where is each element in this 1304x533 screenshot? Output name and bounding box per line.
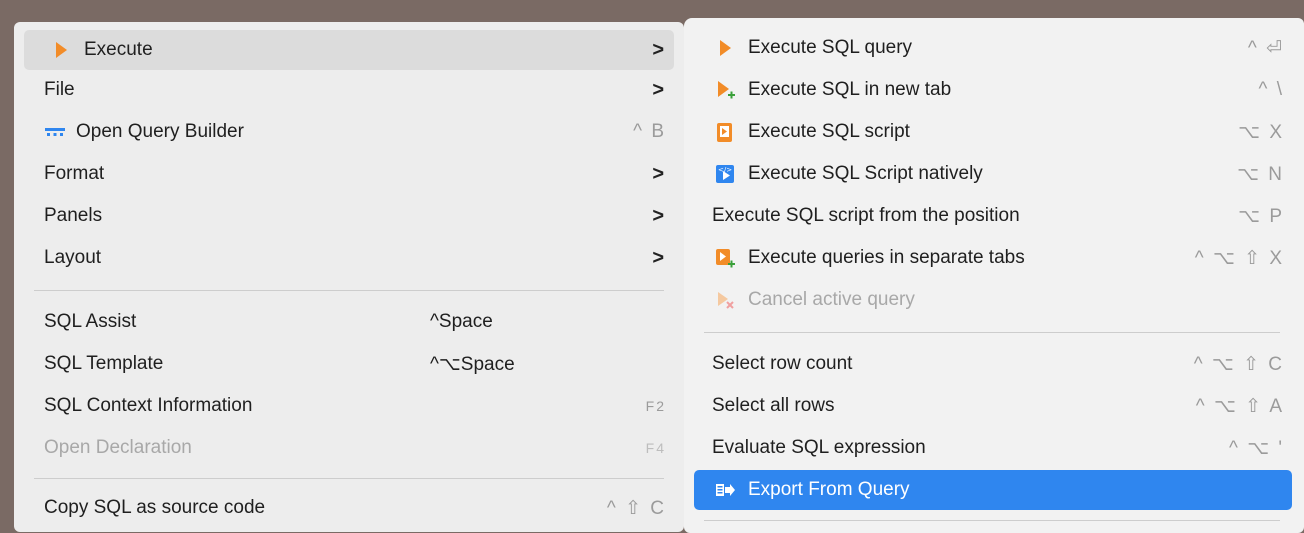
shortcut-label: F2 xyxy=(645,398,666,414)
menu-item-cancel-active-query[interactable]: Cancel active query xyxy=(694,280,1292,320)
chevron-right-icon: > xyxy=(652,78,664,101)
shortcut-label: ^ ⌥ ' xyxy=(1229,437,1284,459)
shortcut-label: ^ ⌥ ⇧ X xyxy=(1194,247,1284,269)
menu-item-execute-sql-in-new-tab[interactable]: Execute SQL in new tab ^ \ xyxy=(694,70,1292,110)
menu-item-label: Execute SQL query xyxy=(748,37,913,58)
shortcut-label: ^ ⇧ C xyxy=(606,497,666,519)
menu-item-open-query-builder[interactable]: Open Query Builder ^ B xyxy=(24,112,674,152)
native-script-icon: </> xyxy=(714,163,736,185)
menu-item-format[interactable]: Format > xyxy=(24,154,674,194)
menu-item-label: Execute SQL script xyxy=(748,121,910,142)
menu-item-label: Execute SQL in new tab xyxy=(748,79,952,100)
menu-item-execute[interactable]: Execute > xyxy=(24,30,674,70)
menu-item-label: SQL Assist xyxy=(44,311,137,332)
menu-item-export-from-query[interactable]: Export From Query xyxy=(694,470,1292,510)
shortcut-label: ^ ⏎ xyxy=(1247,37,1284,59)
menu-item-execute-sql-query[interactable]: Execute SQL query ^ ⏎ xyxy=(694,28,1292,68)
menu-item-select-all-rows[interactable]: Select all rows ^ ⌥ ⇧ A xyxy=(694,386,1292,426)
shortcut-label: F4 xyxy=(645,440,666,456)
menu-separator xyxy=(34,478,664,479)
menu-item-panels[interactable]: Panels > xyxy=(24,196,674,236)
menu-separator xyxy=(704,520,1280,521)
shortcut-label: ^ ⌥ ⇧ C xyxy=(1193,353,1284,375)
menu-item-sql-assist[interactable]: SQL Assist ^Space xyxy=(24,302,674,342)
menu-item-label: Execute SQL script from the position xyxy=(712,205,1020,226)
play-icon xyxy=(50,39,72,61)
menu-item-label: Evaluate SQL expression xyxy=(712,437,926,458)
menu-item-label: Select row count xyxy=(712,353,853,374)
menu-item-label: Layout xyxy=(44,247,102,268)
play-icon xyxy=(714,37,736,59)
separate-tabs-icon xyxy=(714,247,736,269)
menu-item-label: File xyxy=(44,79,75,100)
menu-item-label: Format xyxy=(44,163,105,184)
cancel-query-icon xyxy=(714,289,736,311)
chevron-right-icon: > xyxy=(652,246,664,269)
shortcut-label: ^ \ xyxy=(1258,79,1284,100)
editor-context-menu: Execute > File > Open Query Builder ^ B … xyxy=(14,22,684,532)
shortcut-label: ^ ⌥ ⇧ A xyxy=(1195,395,1284,417)
svg-text:</>: </> xyxy=(718,166,732,174)
menu-item-label: Execute queries in separate tabs xyxy=(748,247,1025,268)
menu-item-select-row-count[interactable]: Select row count ^ ⌥ ⇧ C xyxy=(694,344,1292,384)
menu-item-copy-sql-as-source-code[interactable]: Copy SQL as source code ^ ⇧ C xyxy=(24,488,674,528)
menu-item-label: SQL Context Information xyxy=(44,395,253,416)
menu-item-file[interactable]: File > xyxy=(24,70,674,110)
play-new-tab-icon xyxy=(714,79,736,101)
menu-item-layout[interactable]: Layout > xyxy=(24,238,674,278)
shortcut-label: ^ B xyxy=(633,121,666,142)
menu-item-label: Open Query Builder xyxy=(76,121,244,142)
script-icon xyxy=(714,121,736,143)
menu-item-label: SQL Template xyxy=(44,353,164,374)
menu-item-execute-sql-script[interactable]: Execute SQL script ⌥ X xyxy=(694,112,1292,152)
menu-item-label: Open Declaration xyxy=(44,437,192,458)
menu-item-execute-sql-script-natively[interactable]: </> Execute SQL Script natively ⌥ N xyxy=(694,154,1292,194)
menu-item-evaluate-sql-expression[interactable]: Evaluate SQL expression ^ ⌥ ' xyxy=(694,428,1292,468)
shortcut-label: ⌥ P xyxy=(1238,205,1284,227)
menu-separator xyxy=(34,290,664,291)
menu-item-label: Execute SQL Script natively xyxy=(748,163,983,184)
menu-item-open-declaration[interactable]: Open Declaration F4 xyxy=(24,428,674,468)
menu-separator xyxy=(704,332,1280,333)
chevron-right-icon: > xyxy=(652,38,664,61)
export-icon xyxy=(714,479,736,501)
execute-submenu: Execute SQL query ^ ⏎ Execute SQL in new… xyxy=(684,18,1304,533)
menu-item-sql-context-information[interactable]: SQL Context Information F2 xyxy=(24,386,674,426)
chevron-right-icon: > xyxy=(652,162,664,185)
menu-item-sql-template[interactable]: SQL Template ^⌥Space xyxy=(24,344,674,384)
shortcut-label: ⌥ N xyxy=(1237,163,1284,185)
menu-item-execute-queries-in-separate-tabs[interactable]: Execute queries in separate tabs ^ ⌥ ⇧ X xyxy=(694,238,1292,278)
shortcut-label: ^⌥Space xyxy=(430,353,515,375)
shortcut-label: ⌥ X xyxy=(1238,121,1284,143)
menu-item-label: Panels xyxy=(44,205,103,226)
menu-item-label: Cancel active query xyxy=(748,289,915,310)
menu-item-execute-sql-script-from-position[interactable]: Execute SQL script from the position ⌥ P xyxy=(694,196,1292,236)
shortcut-label: ^Space xyxy=(430,311,493,332)
menu-item-label: Select all rows xyxy=(712,395,835,416)
menu-item-label: Copy SQL as source code xyxy=(44,497,266,518)
chevron-right-icon: > xyxy=(652,204,664,227)
menu-item-label: Execute xyxy=(84,39,153,60)
menu-item-label: Export From Query xyxy=(748,479,910,500)
query-builder-icon xyxy=(44,121,66,143)
